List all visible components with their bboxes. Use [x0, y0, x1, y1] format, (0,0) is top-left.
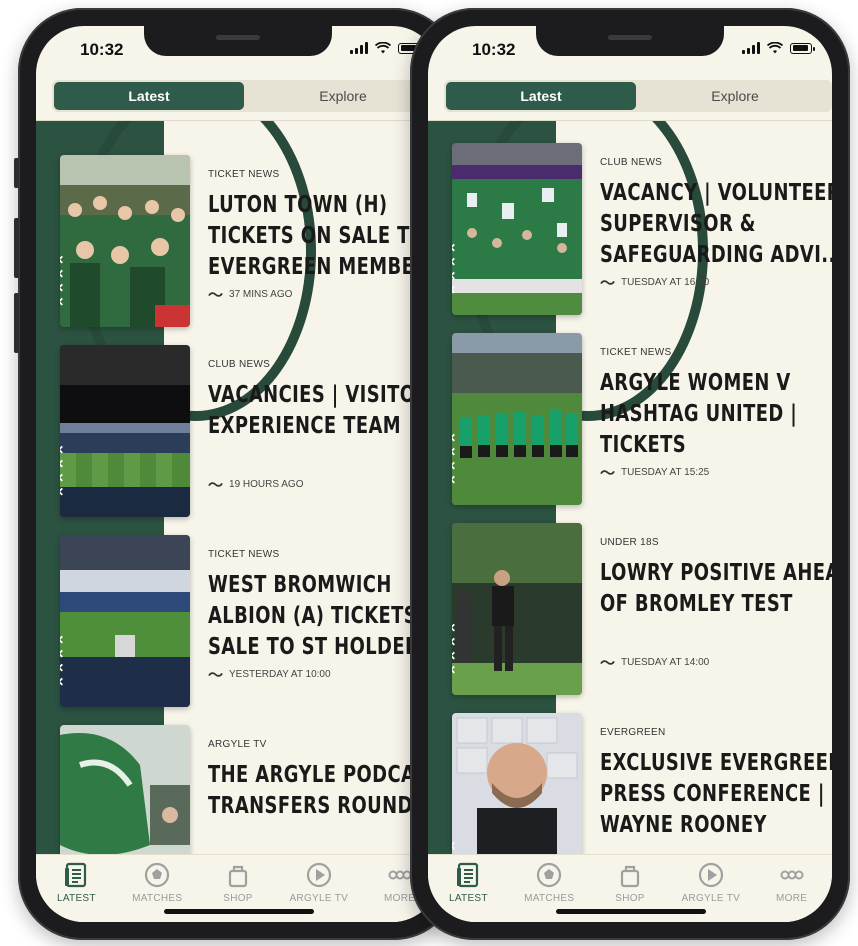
article-category: CLUB NEWS — [208, 359, 271, 370]
tab-label: ARGYLE TV — [289, 893, 349, 904]
status-icons — [350, 42, 423, 54]
tab-latest-nav[interactable]: LATEST — [36, 855, 117, 922]
tab-more[interactable]: MORE — [751, 855, 832, 922]
crosses-decoration: ✕✕✕✕ — [60, 253, 64, 309]
article-image-fans: ✕✕✕✕ — [452, 143, 582, 315]
signal-icon — [350, 42, 368, 54]
article-card[interactable]: ✕✕✕✕ CLUB NEWS VACANCIES | VISITOR EXPER… — [60, 345, 440, 517]
wave-icon: 〜 — [600, 275, 616, 292]
phone-right: 10:32 Latest Explore CLUB NEWS VACANCY |… — [410, 8, 850, 940]
article-card[interactable]: ✕✕✕✕ TICKET NEWS WEST BROMWICH ALBION (A… — [60, 535, 440, 707]
tab-label: MORE — [775, 893, 808, 904]
home-indicator[interactable] — [164, 909, 314, 914]
wave-icon: 〜 — [208, 287, 224, 304]
article-timestamp: 〜 YESTERDAY AT 10:00 — [208, 664, 331, 685]
article-timestamp: 〜 TUESDAY AT 15:25 — [600, 462, 709, 483]
article-title: THE ARGYLE PODCAST | TRANSFERS ROUND-UP — [208, 762, 440, 819]
home-indicator[interactable] — [556, 909, 706, 914]
article-category: TICKET NEWS — [600, 347, 672, 358]
shopping-bag-icon — [228, 865, 248, 888]
phone-left: 10:32 Latest Explore TICKET NEWS LUTON T… — [14, 8, 458, 940]
latest-explore-switch: Latest Explore — [444, 80, 832, 112]
tab-latest-nav[interactable]: LATEST — [428, 855, 509, 922]
article-image-crowd: ✕✕✕✕ — [60, 155, 190, 327]
article-title: VACANCY | VOLUNTEER SUPERVISOR & SAFEGUA… — [600, 180, 832, 268]
article-category: CLUB NEWS — [600, 157, 663, 168]
article-image-flag: ✕✕ — [60, 725, 190, 855]
wifi-icon — [375, 42, 391, 54]
wave-icon: 〜 — [208, 667, 224, 684]
battery-icon — [790, 42, 815, 54]
article-timestamp: 〜 TUESDAY AT 16:00 — [600, 272, 709, 293]
wifi-icon — [767, 42, 783, 54]
news-feed: ✕✕✕✕ TICKET NEWS LUTON TOWN (H) TICKETS … — [36, 121, 440, 855]
tab-explore[interactable]: Explore — [640, 82, 830, 110]
tab-label: MORE — [383, 893, 416, 904]
news-icon — [457, 862, 479, 888]
notch — [144, 26, 332, 56]
article-image-stadium: ✕✕✕✕ — [60, 535, 190, 707]
article-card[interactable]: ✕✕✕✕ CLUB NEWS VACANCY | VOLUNTEER SUPER… — [452, 143, 832, 315]
notch — [536, 26, 724, 56]
article-title: LUTON TOWN (H) TICKETS ON SALE TO EVERGR… — [208, 192, 440, 280]
tab-label: LATEST — [56, 893, 96, 904]
article-card[interactable]: ✕✕ ARGYLE TV THE ARGYLE PODCAST | TRANSF… — [60, 725, 440, 855]
article-image-team: ✕✕✕✕ — [452, 333, 582, 505]
article-title: WEST BROMWICH ALBION (A) TICKETS ON SALE… — [208, 572, 440, 660]
article-category: UNDER 18S — [600, 537, 659, 548]
article-category: TICKET NEWS — [208, 549, 280, 560]
tab-label: SHOP — [223, 893, 253, 904]
article-category: ARGYLE TV — [208, 739, 267, 750]
tab-latest[interactable]: Latest — [54, 82, 244, 110]
status-icons — [742, 42, 815, 54]
news-feed: ✕✕✕✕ CLUB NEWS VACANCY | VOLUNTEER SUPER… — [428, 121, 832, 855]
play-icon — [306, 862, 331, 888]
shopping-bag-icon — [620, 865, 640, 888]
latest-explore-switch: Latest Explore — [52, 80, 440, 112]
tab-label: ARGYLE TV — [681, 893, 741, 904]
article-category: EVERGREEN — [600, 727, 666, 738]
article-card[interactable]: ✕✕✕✕ TICKET NEWS ARGYLE WOMEN V HASHTAG … — [452, 333, 832, 505]
tab-label: LATEST — [448, 893, 488, 904]
article-title: EXCLUSIVE EVERGREEN PRESS CONFERENCE | W… — [600, 750, 832, 838]
news-icon — [65, 862, 87, 888]
wave-icon: 〜 — [208, 477, 224, 494]
article-image-stadium: ✕✕✕✕ — [60, 345, 190, 517]
article-category: TICKET NEWS — [208, 169, 280, 180]
football-icon — [145, 862, 170, 888]
more-icon — [780, 870, 804, 880]
app-screen: 10:32 Latest Explore — [428, 26, 832, 922]
article-card[interactable]: ✕✕ EVERGREEN EXCLUSIVE EVERGREEN PRESS C… — [452, 713, 832, 855]
article-timestamp: 〜 TUESDAY AT 14:00 — [600, 652, 709, 673]
article-card[interactable]: ✕✕✕✕ TICKET NEWS LUTON TOWN (H) TICKETS … — [60, 155, 440, 327]
article-card[interactable]: ✕✕✕✕ UNDER 18S LOWRY POSITIVE AHEAD OF B… — [452, 523, 832, 695]
tab-label: SHOP — [615, 893, 645, 904]
signal-icon — [742, 42, 760, 54]
article-image-press: ✕✕ — [452, 713, 582, 855]
tab-label: MATCHES — [524, 893, 575, 904]
app-screen: 10:32 Latest Explore — [36, 26, 440, 922]
tab-label: MATCHES — [132, 893, 183, 904]
wave-icon: 〜 — [600, 465, 616, 482]
wave-icon: 〜 — [600, 655, 616, 672]
status-time: 10:32 — [472, 40, 516, 59]
play-icon — [698, 862, 723, 888]
article-image-coach: ✕✕✕✕ — [452, 523, 582, 695]
tab-latest[interactable]: Latest — [446, 82, 636, 110]
article-timestamp: 〜 37 MINS AGO — [208, 284, 292, 305]
status-time: 10:32 — [80, 40, 124, 59]
article-title: ARGYLE WOMEN V HASHTAG UNITED | TICKETS — [600, 370, 798, 458]
football-icon — [537, 862, 562, 888]
article-title: VACANCIES | VISITOR EXPERIENCE TEAM — [208, 382, 430, 439]
article-timestamp: 〜 19 HOURS AGO — [208, 474, 303, 495]
article-title: LOWRY POSITIVE AHEAD OF BROMLEY TEST — [600, 560, 832, 617]
